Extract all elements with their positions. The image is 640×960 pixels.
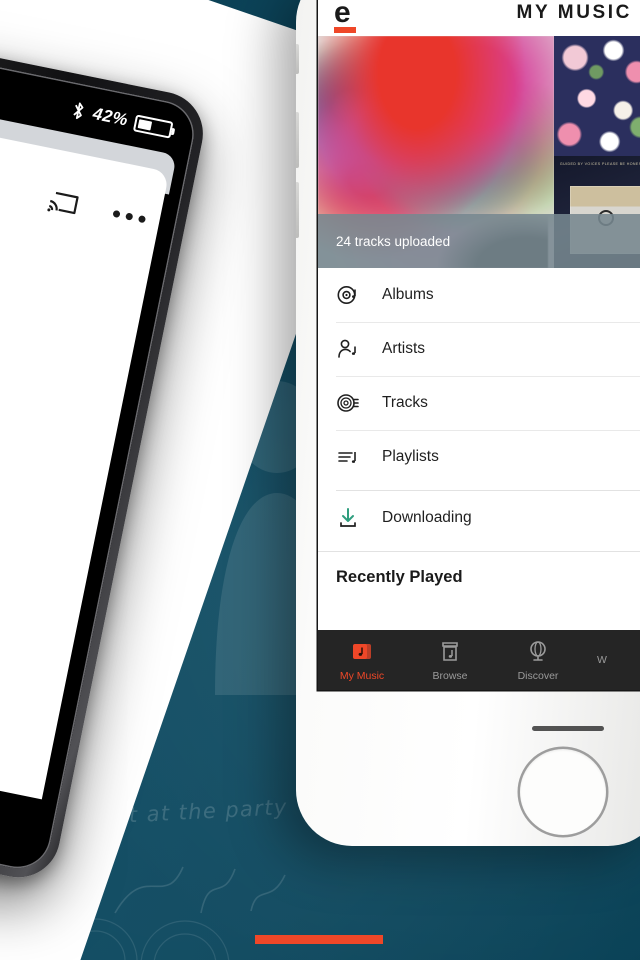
album-art-dark-caption: GUIDED BY VOICES PLEASE BE HONEST [559,162,640,166]
volume-down-button[interactable] [296,182,299,238]
menu-label: Downloading [382,509,472,526]
hero-artwork[interactable]: GUIDED BY VOICES PLEASE BE HONEST 24 tra… [318,36,640,268]
download-arrow-icon [336,506,360,530]
tab-cut-off[interactable]: W [582,630,622,690]
disc-lines-icon [336,391,360,415]
music-card-icon [349,639,375,665]
crate-note-icon [437,639,463,665]
tab-label: Browse [432,669,468,682]
cast-icon[interactable] [46,187,81,218]
iphone-screen: e MY MUSIC GUIDED BY VOICES PLEASE BE HO… [318,0,640,690]
tab-my-music[interactable]: My Music [318,630,406,690]
menu-item-playlists[interactable]: Playlists [318,430,640,484]
tab-label: W [597,654,607,666]
menu-label: Playlists [382,448,439,465]
volume-up-button[interactable] [296,112,299,168]
menu-label: Artists [382,340,426,357]
person-note-icon [336,337,360,361]
iphone-speaker-slot [532,726,604,731]
tab-label: My Music [339,669,385,682]
menu-label: Tracks [382,394,428,411]
playlist-note-icon [336,445,360,469]
menu-label: Albums [382,286,434,303]
iphone-device: e MY MUSIC GUIDED BY VOICES PLEASE BE HO… [296,0,640,846]
menu-item-tracks[interactable]: Tracks [318,376,640,430]
library-menu: Albums Artists Tracks Playlists Download… [318,268,640,587]
logo-underline-bar [334,27,356,33]
bluetooth-icon [73,102,84,120]
menu-item-albums[interactable]: Albums [318,268,640,322]
vinyl-record-note-icon [336,283,360,307]
iphone-home-button[interactable] [518,747,608,837]
tab-browse[interactable]: Browse [406,630,494,690]
app-logo[interactable]: e [334,0,356,33]
bottom-tab-bar: My Music Browse Discover W [318,630,640,690]
tab-label: Discover [517,669,559,682]
battery-icon [132,113,174,139]
logo-glyph: e [334,0,351,29]
menu-item-artists[interactable]: Artists [318,322,640,376]
android-card-toolbar [46,187,148,232]
app-header: e MY MUSIC [318,0,640,36]
menu-item-downloading[interactable]: Downloading [318,491,640,545]
page-title: MY MUSIC [516,2,632,23]
tab-discover[interactable]: Discover [494,630,582,690]
music-app: e MY MUSIC GUIDED BY VOICES PLEASE BE HO… [318,0,640,690]
overflow-menu-icon[interactable] [112,209,147,223]
album-art-floral [554,36,640,156]
battery-percent-label: 42% [91,103,130,130]
tracks-uploaded-label: 24 tracks uploaded [318,214,640,268]
marketing-scene: last at the party 42% e MY MUSIC GUIDED … [0,0,640,960]
mute-switch[interactable] [296,44,299,74]
recently-played-heading: Recently Played [318,551,640,587]
globe-icon [525,639,551,665]
accent-bar [255,935,383,944]
